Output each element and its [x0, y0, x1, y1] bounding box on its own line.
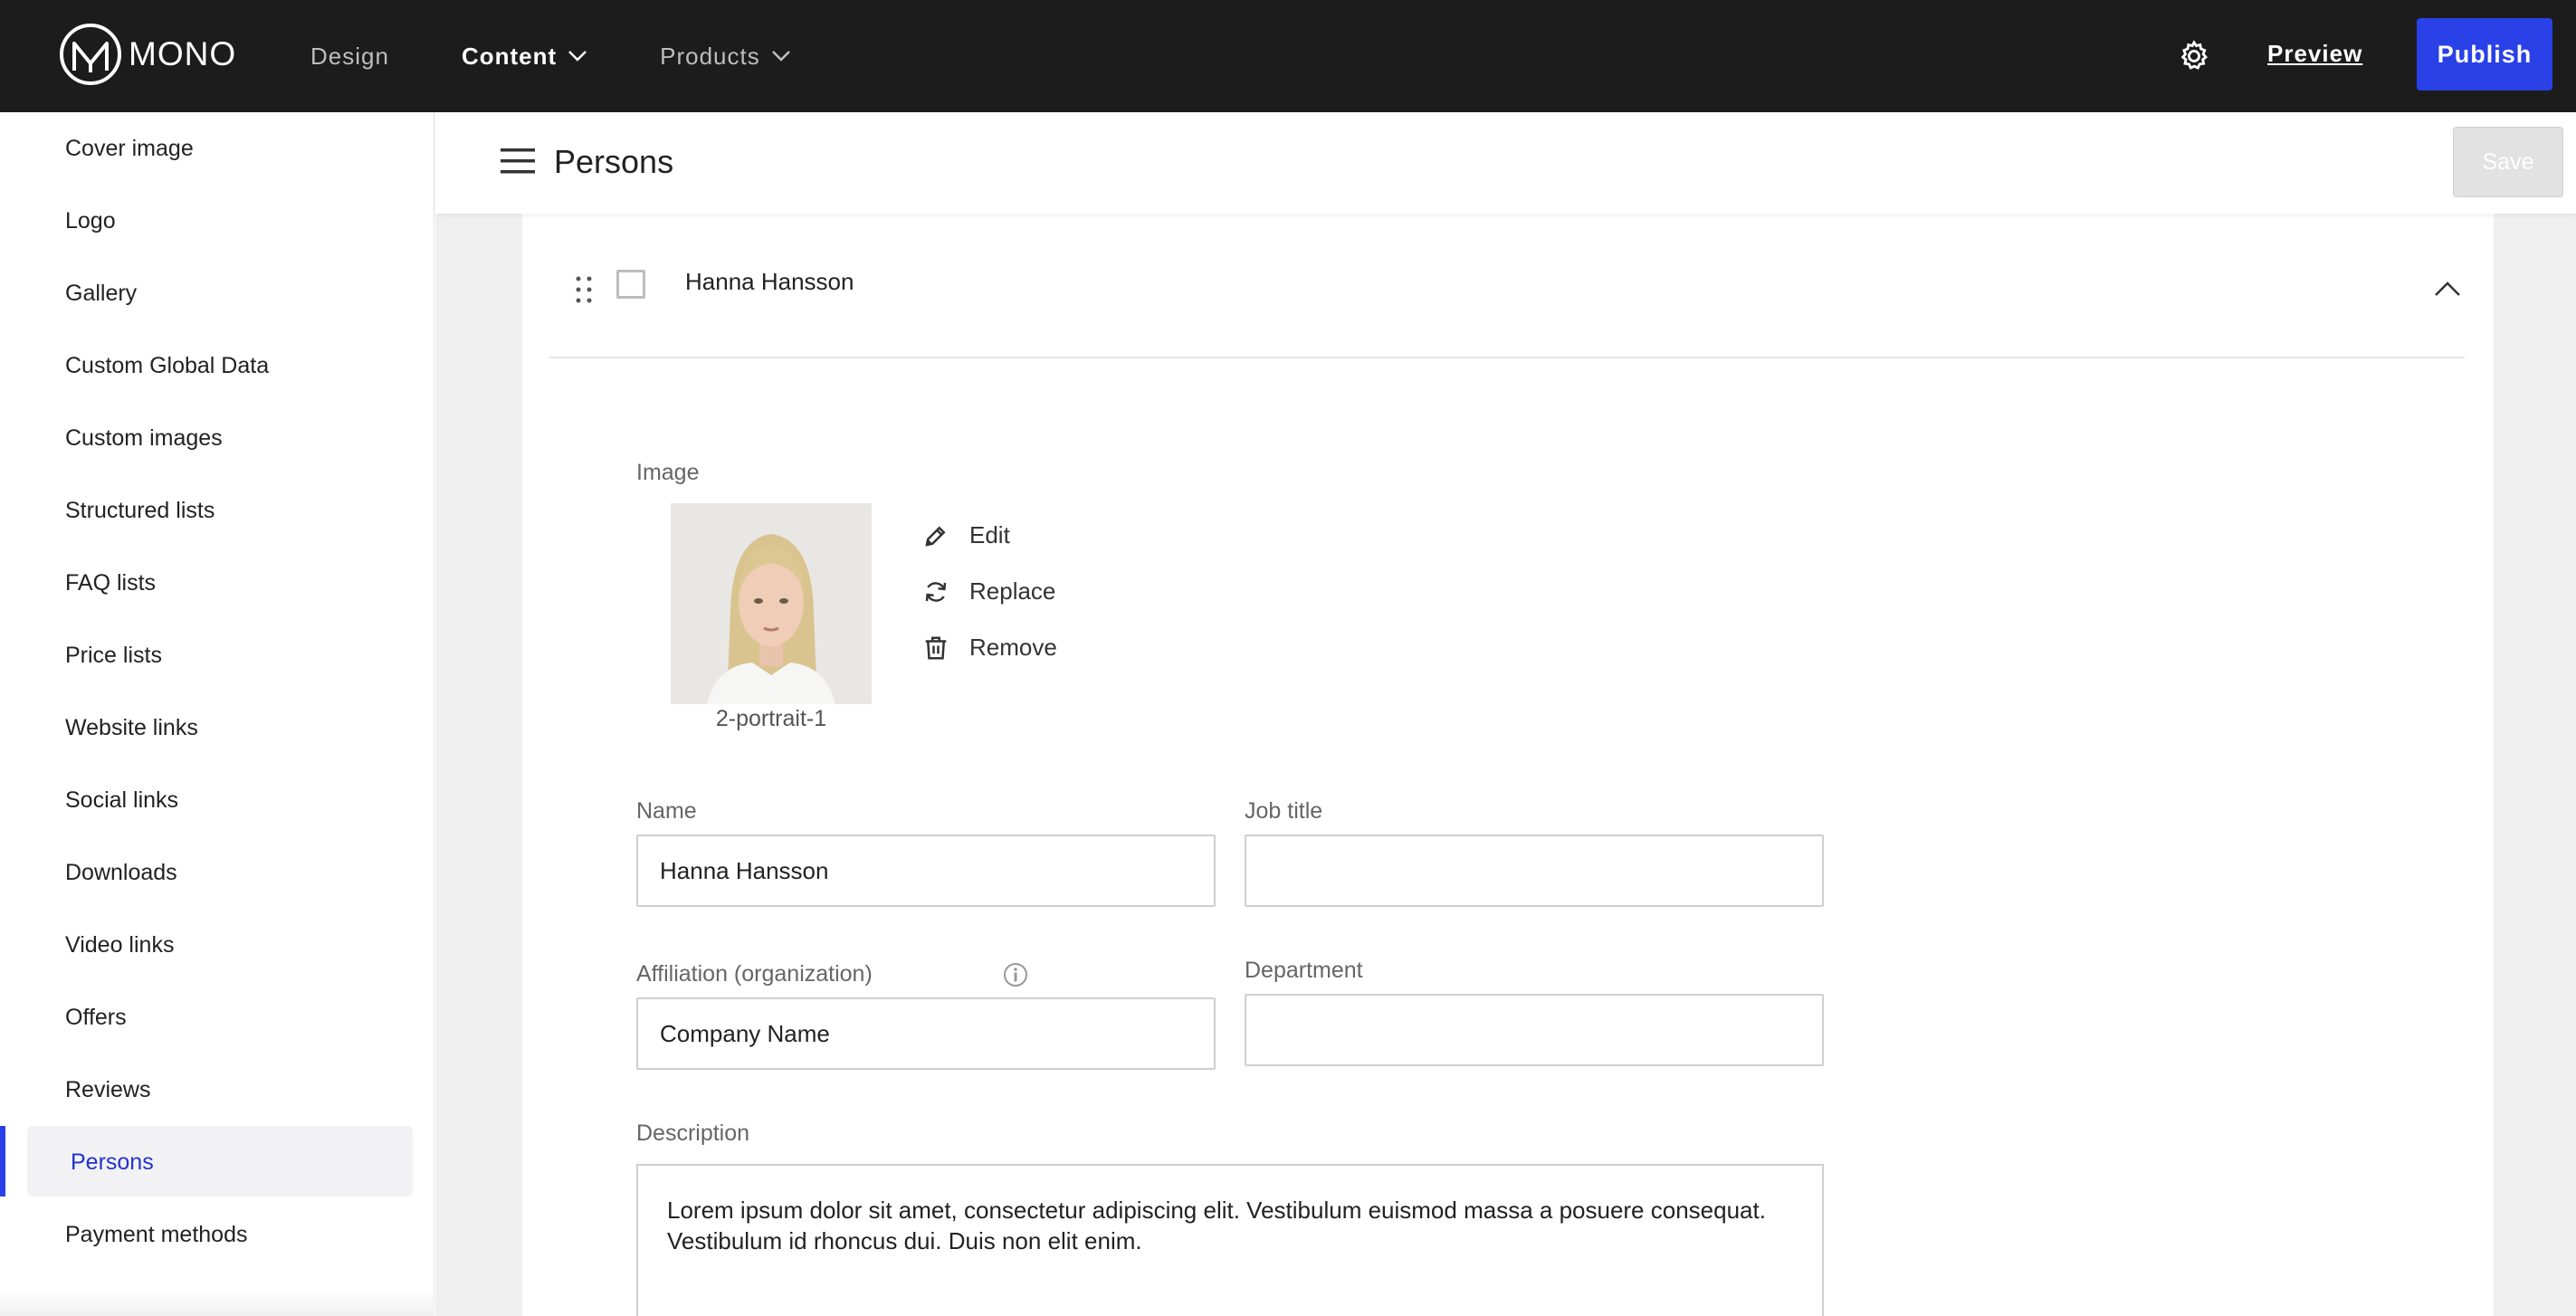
refresh-icon — [925, 581, 947, 602]
sidebar-item-reviews[interactable]: Reviews — [65, 1072, 150, 1108]
hamburger-icon — [501, 148, 535, 174]
sidebar-item-video-links[interactable]: Video links — [65, 927, 174, 963]
logo[interactable]: MONO — [60, 24, 236, 85]
replace-label: Replace — [969, 577, 1056, 605]
description-textarea[interactable]: Lorem ipsum dolor sit amet, consectetur … — [636, 1164, 1824, 1316]
top-bar: MONO Design Content Products Preview Pub… — [0, 0, 2576, 112]
nav-design[interactable]: Design — [310, 43, 389, 71]
chevron-down-icon — [771, 51, 790, 62]
nav-products-label: Products — [660, 42, 760, 70]
image-label: Image — [636, 460, 700, 485]
logo-text: MONO — [129, 35, 237, 72]
main-nav: Design Content Products — [310, 0, 863, 112]
chevron-down-icon — [568, 51, 587, 62]
trash-icon — [925, 636, 947, 659]
department-label: Department — [1245, 958, 1363, 983]
gear-icon — [2180, 40, 2208, 70]
person-row-header[interactable]: Hanna Hansson — [549, 214, 2465, 358]
sidebar-item-payment-methods[interactable]: Payment methods — [65, 1216, 248, 1253]
menu-toggle[interactable] — [501, 147, 535, 180]
person-card: Hanna Hansson Image 2-portrait-1 Edit Re… — [522, 214, 2494, 1316]
nav-products[interactable]: Products — [660, 43, 791, 71]
sidebar-item-cover-image[interactable]: Cover image — [65, 130, 194, 167]
sidebar-scroll-fade — [0, 1289, 434, 1316]
sidebar-item-offers[interactable]: Offers — [65, 999, 127, 1035]
main-header: Persons Save — [435, 112, 2576, 214]
sidebar: Cover image Logo Gallery Custom Global D… — [0, 112, 434, 1316]
sidebar-item-website-links[interactable]: Website links — [65, 710, 198, 746]
sidebar-item-social-links[interactable]: Social links — [65, 782, 178, 818]
sidebar-item-faq-lists[interactable]: FAQ lists — [65, 565, 156, 601]
nav-design-label: Design — [310, 42, 389, 70]
edit-label: Edit — [969, 521, 1010, 548]
replace-image-button[interactable]: Replace — [922, 577, 1055, 606]
nav-content-label: Content — [461, 42, 558, 70]
job-title-input[interactable] — [1245, 834, 1824, 907]
department-input[interactable] — [1245, 994, 1824, 1066]
affiliation-input[interactable]: Company Name — [636, 997, 1216, 1070]
sidebar-item-gallery[interactable]: Gallery — [65, 275, 137, 311]
sidebar-item-price-lists[interactable]: Price lists — [65, 637, 162, 673]
logo-icon — [60, 24, 121, 85]
person-image-thumbnail[interactable] — [671, 503, 872, 704]
save-button[interactable]: Save — [2453, 127, 2563, 197]
main-area: Persons Save Hanna Hansson Image 2-portr… — [435, 112, 2576, 1316]
nav-content[interactable]: Content — [462, 43, 587, 71]
preview-link[interactable]: Preview — [2267, 40, 2362, 68]
job-title-label: Job title — [1245, 798, 1323, 824]
page-title: Persons — [554, 143, 674, 180]
description-label: Description — [636, 1121, 750, 1146]
sidebar-item-persons[interactable]: Persons — [71, 1144, 154, 1180]
sidebar-item-downloads[interactable]: Downloads — [65, 854, 177, 891]
chevron-up-icon[interactable] — [2434, 281, 2461, 297]
sidebar-item-logo[interactable]: Logo — [65, 203, 116, 239]
portrait-image — [671, 503, 872, 704]
publish-button[interactable]: Publish — [2417, 18, 2552, 91]
row-checkbox[interactable] — [616, 270, 645, 299]
settings-button[interactable] — [2177, 39, 2211, 78]
affiliation-label: Affiliation (organization) — [636, 961, 873, 987]
sidebar-item-structured-lists[interactable]: Structured lists — [65, 492, 215, 529]
image-caption: 2-portrait-1 — [715, 706, 827, 731]
sidebar-active-indicator — [0, 1126, 5, 1197]
pencil-icon — [925, 525, 946, 547]
edit-image-button[interactable]: Edit — [922, 521, 1010, 549]
drag-handle-icon[interactable] — [575, 275, 593, 304]
name-label: Name — [636, 798, 697, 824]
name-input[interactable]: Hanna Hansson — [636, 834, 1216, 907]
sidebar-item-custom-images[interactable]: Custom images — [65, 420, 223, 456]
sidebar-item-custom-global-data[interactable]: Custom Global Data — [65, 348, 269, 384]
remove-image-button[interactable]: Remove — [922, 634, 1057, 662]
info-icon[interactable] — [1002, 961, 1029, 988]
person-row-name: Hanna Hansson — [685, 268, 854, 295]
remove-label: Remove — [969, 634, 1057, 661]
